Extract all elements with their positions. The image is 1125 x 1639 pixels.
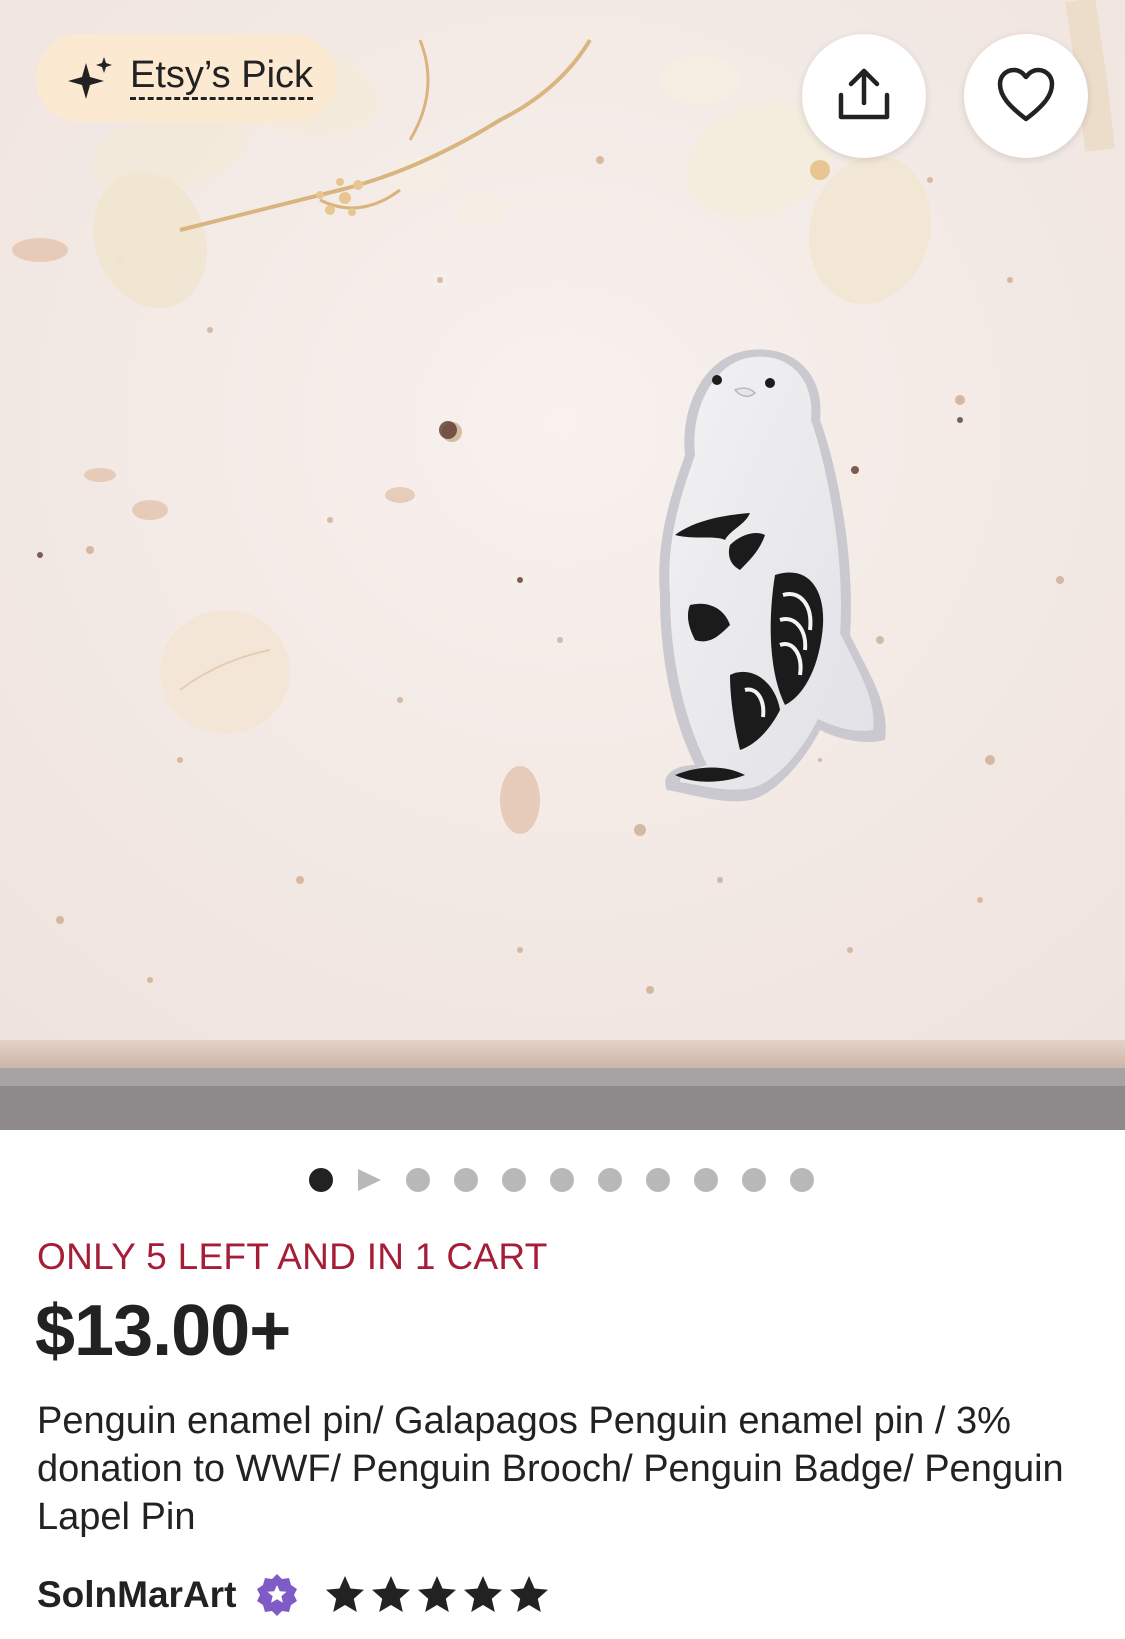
carousel-dot[interactable] — [598, 1168, 622, 1192]
heart-outline-icon — [997, 67, 1055, 122]
carousel-dot[interactable] — [694, 1168, 718, 1192]
etsys-pick-badge[interactable]: Etsy’s Pick — [36, 34, 336, 122]
sparkle-icon — [68, 57, 112, 99]
listing-price: $13.00+ — [35, 1291, 291, 1371]
star-filled-icon — [418, 1576, 457, 1612]
shop-info-row: SolnMarArt — [37, 1565, 554, 1625]
rating-stars[interactable] — [324, 1574, 554, 1616]
carousel-dot[interactable] — [790, 1168, 814, 1192]
carousel-pagination — [0, 1168, 1125, 1194]
star-filled-icon — [326, 1576, 365, 1612]
carousel-dot[interactable] — [502, 1168, 526, 1192]
etsys-pick-label: Etsy’s Pick — [130, 55, 314, 101]
shop-name-link[interactable]: SolnMarArt — [37, 1574, 236, 1616]
carousel-dot[interactable] — [646, 1168, 670, 1192]
favorite-button[interactable] — [964, 34, 1088, 158]
listing-title: Penguin enamel pin/ Galapagos Penguin en… — [37, 1400, 1064, 1538]
star-filled-icon — [510, 1576, 549, 1612]
star-seller-badge-icon — [257, 1574, 298, 1616]
carousel-dot[interactable] — [742, 1168, 766, 1192]
star-filled-icon — [372, 1576, 411, 1612]
carousel-dot[interactable] — [406, 1168, 430, 1192]
product-photo — [0, 0, 1125, 1130]
carousel-dot[interactable] — [550, 1168, 574, 1192]
product-image-carousel[interactable]: Etsy’s Pick — [0, 0, 1125, 1130]
stock-notice: ONLY 5 LEFT AND IN 1 CART — [37, 1236, 548, 1277]
star-filled-icon — [464, 1576, 503, 1612]
share-button[interactable] — [802, 34, 926, 158]
carousel-dot[interactable] — [454, 1168, 478, 1192]
carousel-dot[interactable] — [309, 1168, 333, 1192]
video-play-icon[interactable] — [356, 1168, 382, 1192]
share-icon — [838, 68, 890, 120]
